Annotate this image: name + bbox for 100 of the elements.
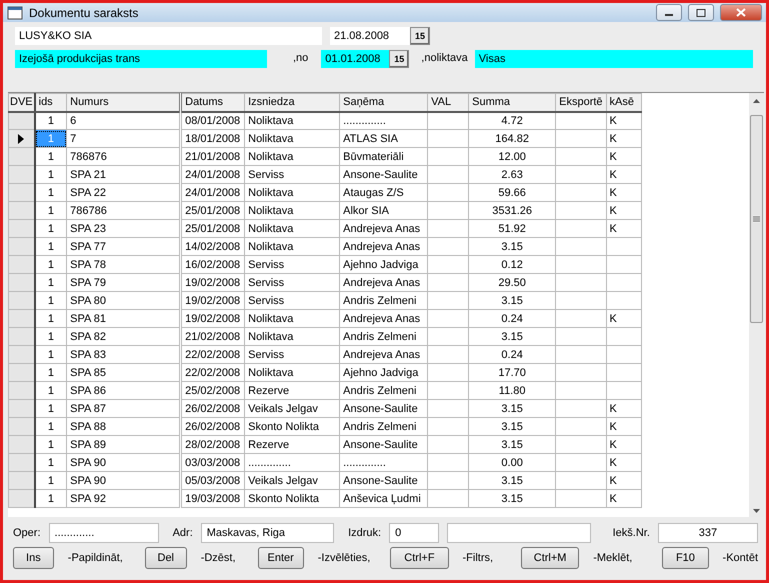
table-cell: 1 [34, 256, 67, 274]
row-selector[interactable] [8, 220, 35, 238]
table-cell: 17.70 [468, 364, 556, 382]
column-header[interactable]: Numurs [66, 94, 181, 112]
row-selector[interactable] [8, 436, 35, 454]
table-cell [606, 256, 642, 274]
table-cell: 3.15 [468, 490, 556, 508]
row-selector[interactable] [8, 292, 35, 310]
table-cell: SPA 86 [66, 382, 181, 400]
key-button[interactable]: Enter [258, 547, 304, 569]
row-selector[interactable] [8, 400, 35, 418]
key-button[interactable]: Ctrl+F [390, 547, 448, 569]
row-selector[interactable] [8, 130, 35, 148]
table-cell [556, 364, 606, 382]
calendar-button[interactable]: 15 [410, 26, 430, 44]
table-cell [606, 274, 642, 292]
key-button[interactable]: Ctrl+M [521, 547, 580, 569]
table-cell: 05/03/2008 [180, 472, 245, 490]
table-cell [556, 436, 606, 454]
table-cell: 6 [66, 112, 181, 130]
scroll-down-icon[interactable] [752, 508, 761, 514]
table-cell [556, 310, 606, 328]
row-selector[interactable] [8, 346, 35, 364]
table-cell: 1 [34, 166, 67, 184]
maximize-icon [696, 8, 706, 16]
row-selector[interactable] [8, 184, 35, 202]
table-cell: Andris Zelmeni [340, 382, 428, 400]
row-selector[interactable] [8, 166, 35, 184]
corner-label: DVE [8, 94, 35, 112]
table-cell: 29.50 [468, 274, 556, 292]
scroll-up-icon[interactable] [752, 98, 761, 104]
table-cell [556, 346, 606, 364]
row-selector[interactable] [8, 364, 35, 382]
row-selector[interactable] [8, 238, 35, 256]
date-field[interactable]: 21.08.2008 [330, 26, 410, 44]
column-header[interactable]: VAL [428, 94, 469, 112]
table-cell: Andrejeva Anas [340, 220, 428, 238]
table-cell: K [606, 490, 642, 508]
maximize-button[interactable] [688, 4, 714, 21]
table-cell: Serviss [244, 166, 340, 184]
table-cell [428, 292, 469, 310]
key-button[interactable]: F10 [662, 547, 709, 569]
table-cell: SPA 21 [66, 166, 181, 184]
table-cell: 19/02/2008 [180, 274, 245, 292]
minimize-button[interactable] [656, 4, 682, 21]
table-cell [556, 382, 606, 400]
row-selector[interactable] [8, 310, 35, 328]
text-field[interactable]: Maskavas, Riga [200, 523, 334, 543]
row-selector[interactable] [8, 274, 35, 292]
scroll-thumb[interactable] [750, 115, 763, 323]
close-button[interactable] [720, 4, 762, 21]
row-selector[interactable] [8, 418, 35, 436]
column-header[interactable]: Datums [180, 94, 245, 112]
row-selector[interactable] [8, 256, 35, 274]
row-selector[interactable] [8, 472, 35, 490]
row-selector[interactable] [8, 202, 35, 220]
row-selector[interactable] [8, 148, 35, 166]
column-header[interactable]: Eksportē [556, 94, 606, 112]
table-cell: 19/02/2008 [180, 292, 245, 310]
scrollbar[interactable] [749, 93, 764, 517]
document-type-field[interactable]: Izejošā produkcijas trans [15, 50, 267, 68]
row-selector[interactable] [8, 382, 35, 400]
table-cell: 786786 [66, 202, 181, 220]
text-field[interactable] [447, 523, 591, 543]
table-cell: 0.12 [468, 256, 556, 274]
key-button[interactable]: Del [144, 547, 187, 569]
text-field[interactable]: 0 [389, 523, 440, 543]
table-cell: K [606, 112, 642, 130]
column-header[interactable]: ids [34, 94, 67, 112]
column-header[interactable]: Izsniedza [244, 94, 340, 112]
table-cell: 786876 [66, 148, 181, 166]
key-label: -Izvēlēties, [318, 550, 370, 566]
table-cell: .............. [244, 454, 340, 472]
row-selector[interactable] [8, 454, 35, 472]
table-cell: 0.00 [468, 454, 556, 472]
table-cell: .............. [340, 454, 428, 472]
column-header[interactable]: Saņēma [340, 94, 428, 112]
row-selector[interactable] [8, 328, 35, 346]
key-button[interactable]: Ins [13, 547, 54, 569]
table-cell: Noliktava [244, 328, 340, 346]
column-header[interactable]: kAsē [606, 94, 642, 112]
table-cell: 7 [66, 130, 181, 148]
calendar-button[interactable]: 15 [389, 50, 410, 68]
table-cell: Noliktava [244, 310, 340, 328]
table-cell: K [606, 436, 642, 454]
table-cell: Noliktava [244, 220, 340, 238]
column-header[interactable]: Summa [468, 94, 556, 112]
table-cell: 18/01/2008 [180, 130, 245, 148]
warehouse-field[interactable]: Visas [474, 50, 753, 68]
text-field[interactable]: ............. [48, 523, 159, 543]
from-date-field[interactable]: 01.01.2008 [321, 50, 390, 68]
table-cell: 1 [34, 328, 67, 346]
row-selector[interactable] [8, 490, 35, 508]
table-cell: SPA 89 [66, 436, 181, 454]
text-field[interactable]: 337 [658, 523, 758, 543]
table-cell: 19/02/2008 [180, 310, 245, 328]
company-field[interactable]: LUSY&KO SIA [15, 26, 322, 44]
table-cell [428, 256, 469, 274]
table-cell: 1 [34, 382, 67, 400]
table-cell: Serviss [244, 346, 340, 364]
